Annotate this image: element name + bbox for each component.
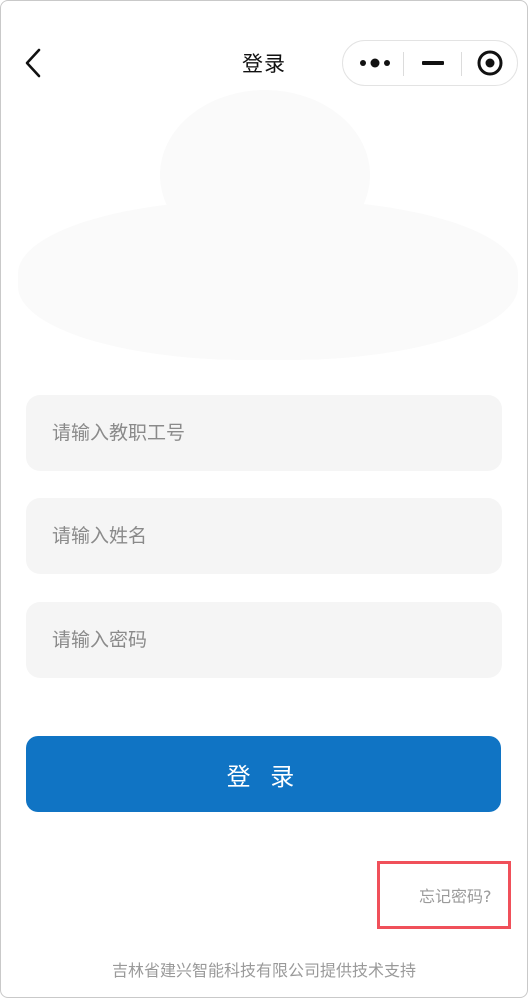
name-input[interactable] bbox=[26, 498, 502, 574]
password-field[interactable] bbox=[26, 602, 502, 678]
capsule-divider bbox=[403, 52, 404, 76]
forgot-password-link[interactable]: 忘记密码? bbox=[419, 883, 492, 907]
employee-id-input[interactable] bbox=[26, 395, 502, 471]
minimize-button[interactable] bbox=[407, 41, 459, 85]
employee-id-field[interactable] bbox=[26, 395, 502, 471]
background-decoration bbox=[18, 200, 518, 360]
miniprogram-capsule bbox=[342, 40, 518, 86]
password-input[interactable] bbox=[26, 602, 502, 678]
minus-icon bbox=[422, 61, 444, 65]
footer-text: 吉林省建兴智能科技有限公司提供技术支持 bbox=[111, 961, 416, 980]
name-field[interactable] bbox=[26, 498, 502, 574]
target-circle-icon bbox=[477, 50, 503, 76]
capsule-divider bbox=[461, 52, 462, 76]
close-miniprogram-button[interactable] bbox=[465, 41, 515, 85]
login-button[interactable]: 登 录 bbox=[26, 736, 501, 812]
more-dots-icon bbox=[360, 58, 390, 68]
more-button[interactable] bbox=[349, 41, 401, 85]
